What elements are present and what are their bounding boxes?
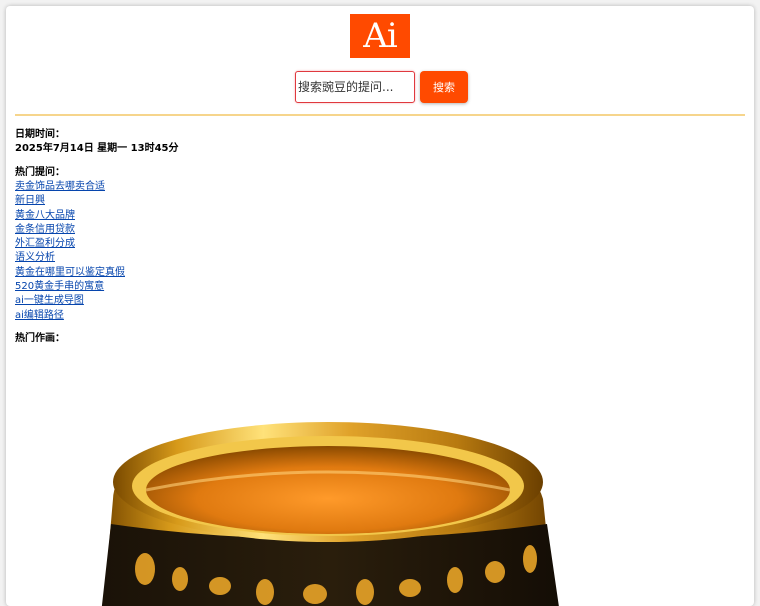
list-item: 黄金八大品牌 xyxy=(15,209,125,223)
date-value: 2025年7月14日 星期一 13时45分 xyxy=(15,143,179,154)
hot-questions-label: 热门提问： xyxy=(15,167,65,178)
date-section: 日期时间： 2025年7月14日 星期一 13时45分 xyxy=(15,128,179,156)
list-item: 语义分析 xyxy=(15,251,125,265)
hot-question-link[interactable]: 外汇盈利分成 xyxy=(15,238,75,249)
hot-question-link[interactable]: 卖金饰品去哪卖合适 xyxy=(15,181,105,192)
hot-question-link[interactable]: ai编辑路径 xyxy=(15,310,64,321)
hot-questions-list: 卖金饰品去哪卖合适 新日興 黄金八大品牌 金条信用贷款 外汇盈利分成 语义分析 … xyxy=(15,180,125,323)
hot-question-link[interactable]: 新日興 xyxy=(15,195,45,206)
hot-paintings-section: 热门作画： xyxy=(15,332,65,346)
list-item: 卖金饰品去哪卖合适 xyxy=(15,180,125,194)
header-divider xyxy=(15,114,745,116)
site-logo[interactable]: Ai xyxy=(350,14,410,58)
hot-question-link[interactable]: 语义分析 xyxy=(15,252,55,263)
search-input[interactable] xyxy=(295,71,415,103)
date-label: 日期时间： xyxy=(15,129,65,140)
list-item: ai编辑路径 xyxy=(15,309,125,323)
hot-questions-section: 热门提问： 卖金饰品去哪卖合适 新日興 黄金八大品牌 金条信用贷款 外汇盈利分成… xyxy=(15,166,125,323)
hot-question-link[interactable]: ai一键生成导图 xyxy=(15,295,84,306)
gold-ring-image xyxy=(101,422,559,606)
list-item: ai一键生成导图 xyxy=(15,294,125,308)
hot-question-link[interactable]: 金条信用贷款 xyxy=(15,224,75,235)
hot-question-link[interactable]: 520黄金手串的寓意 xyxy=(15,281,104,292)
search-button[interactable]: 搜索 xyxy=(420,71,468,103)
painting-image[interactable] xyxy=(15,354,745,606)
list-item: 新日興 xyxy=(15,194,125,208)
list-item: 外汇盈利分成 xyxy=(15,237,125,251)
hot-question-link[interactable]: 黄金八大品牌 xyxy=(15,210,75,221)
list-item: 金条信用贷款 xyxy=(15,223,125,237)
hot-question-link[interactable]: 黄金在哪里可以鉴定真假 xyxy=(15,267,125,278)
hot-paintings-label: 热门作画： xyxy=(15,333,65,344)
list-item: 520黄金手串的寓意 xyxy=(15,280,125,294)
list-item: 黄金在哪里可以鉴定真假 xyxy=(15,266,125,280)
page-card: Ai 搜索 日期时间： 2025年7月14日 星期一 13时45分 热门提问： … xyxy=(6,6,754,606)
